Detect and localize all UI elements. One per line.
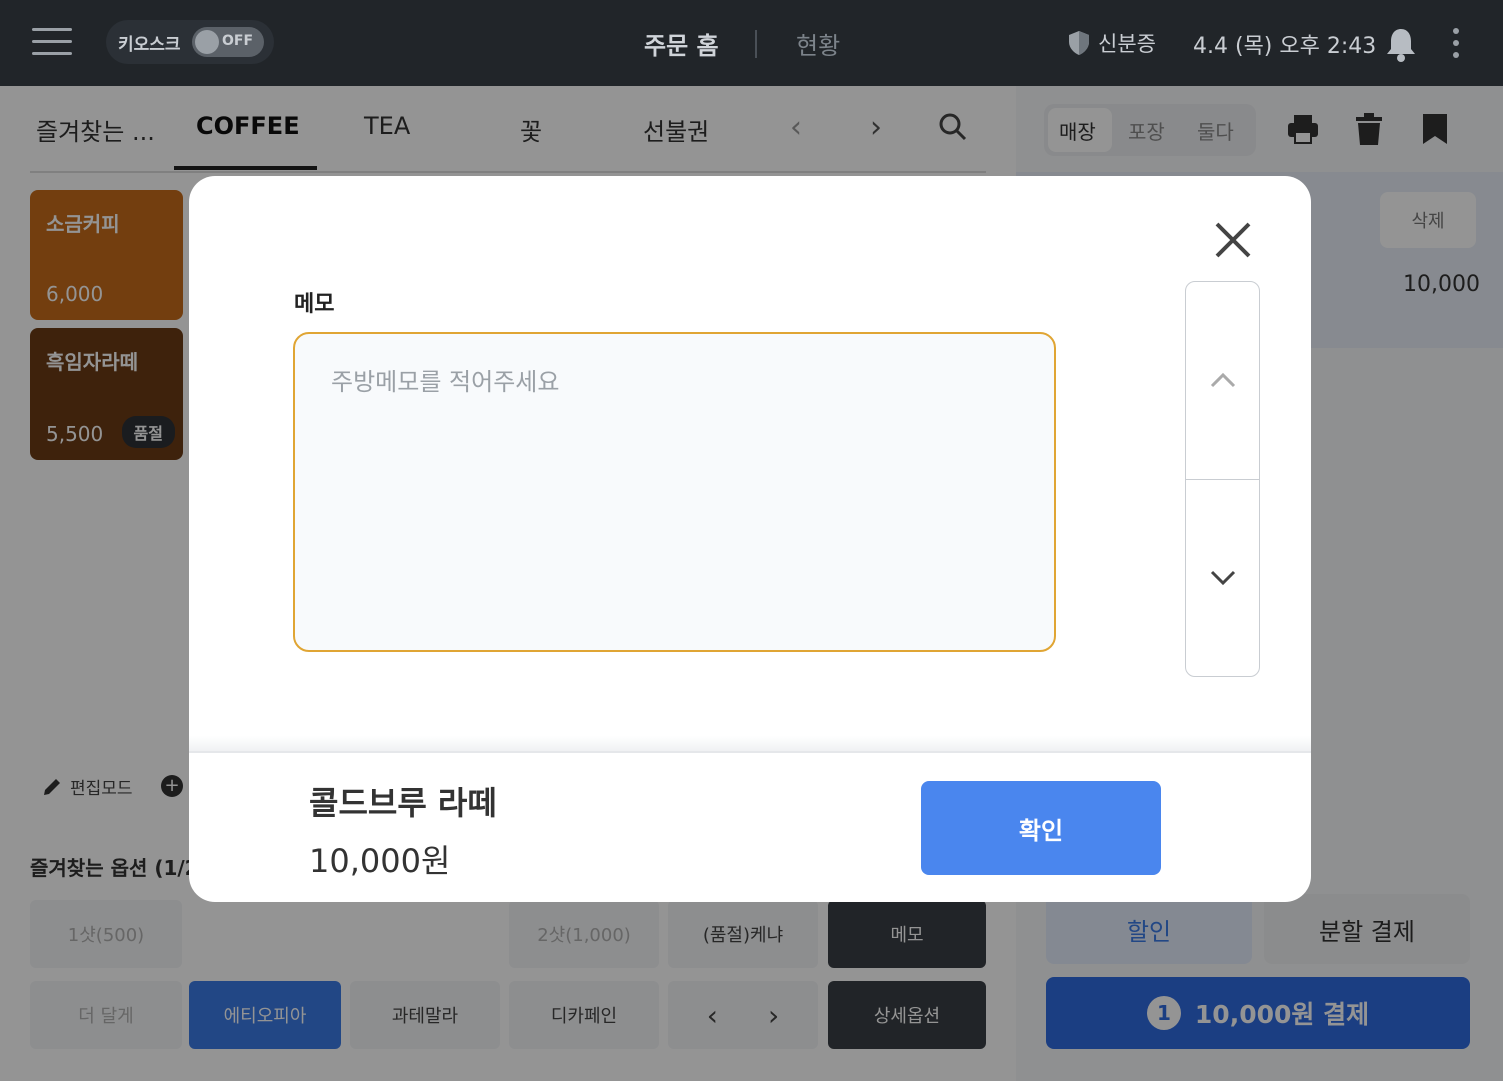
memo-modal: 메모 콜드브루 라떼 10,000원 확인 [189, 176, 1311, 902]
chevron-up-icon [1210, 372, 1235, 388]
nav-status[interactable]: 현황 [796, 26, 840, 61]
item-name: 콜드브루 라떼 [309, 784, 497, 822]
close-icon[interactable] [1213, 220, 1253, 260]
kiosk-label: 키오스크 [118, 34, 181, 55]
id-card-label: 신분증 [1098, 32, 1156, 56]
datetime: 4.4 (목) 오후 2:43 [1193, 34, 1377, 59]
footer-divider [189, 751, 1311, 753]
scroll-down-button[interactable] [1186, 480, 1259, 676]
memo-scroller [1185, 281, 1260, 677]
footer-shadow [189, 736, 1311, 751]
nav-order-home[interactable]: 주문 홈 [644, 26, 719, 61]
kiosk-toggle-state: OFF [222, 33, 254, 49]
top-bar: 키오스크 OFF 주문 홈 현황 신분증 4.4 (목) 오후 2:43 [0, 0, 1503, 86]
bell-icon[interactable] [1384, 26, 1418, 62]
memo-label: 메모 [294, 292, 335, 317]
scroll-up-button[interactable] [1186, 282, 1259, 478]
toggle-knob [195, 30, 219, 54]
chevron-down-icon [1210, 570, 1235, 586]
kiosk-switch[interactable]: 키오스크 OFF [106, 20, 274, 64]
shield-icon [1069, 31, 1089, 55]
memo-input[interactable] [293, 332, 1056, 652]
item-price: 10,000원 [309, 842, 451, 880]
nav-separator [755, 30, 757, 58]
more-icon[interactable] [1450, 28, 1462, 58]
id-card-button[interactable]: 신분증 [1068, 28, 1156, 58]
confirm-button[interactable]: 확인 [921, 781, 1161, 875]
menu-icon[interactable] [32, 28, 72, 56]
kiosk-toggle[interactable]: OFF [192, 27, 264, 57]
